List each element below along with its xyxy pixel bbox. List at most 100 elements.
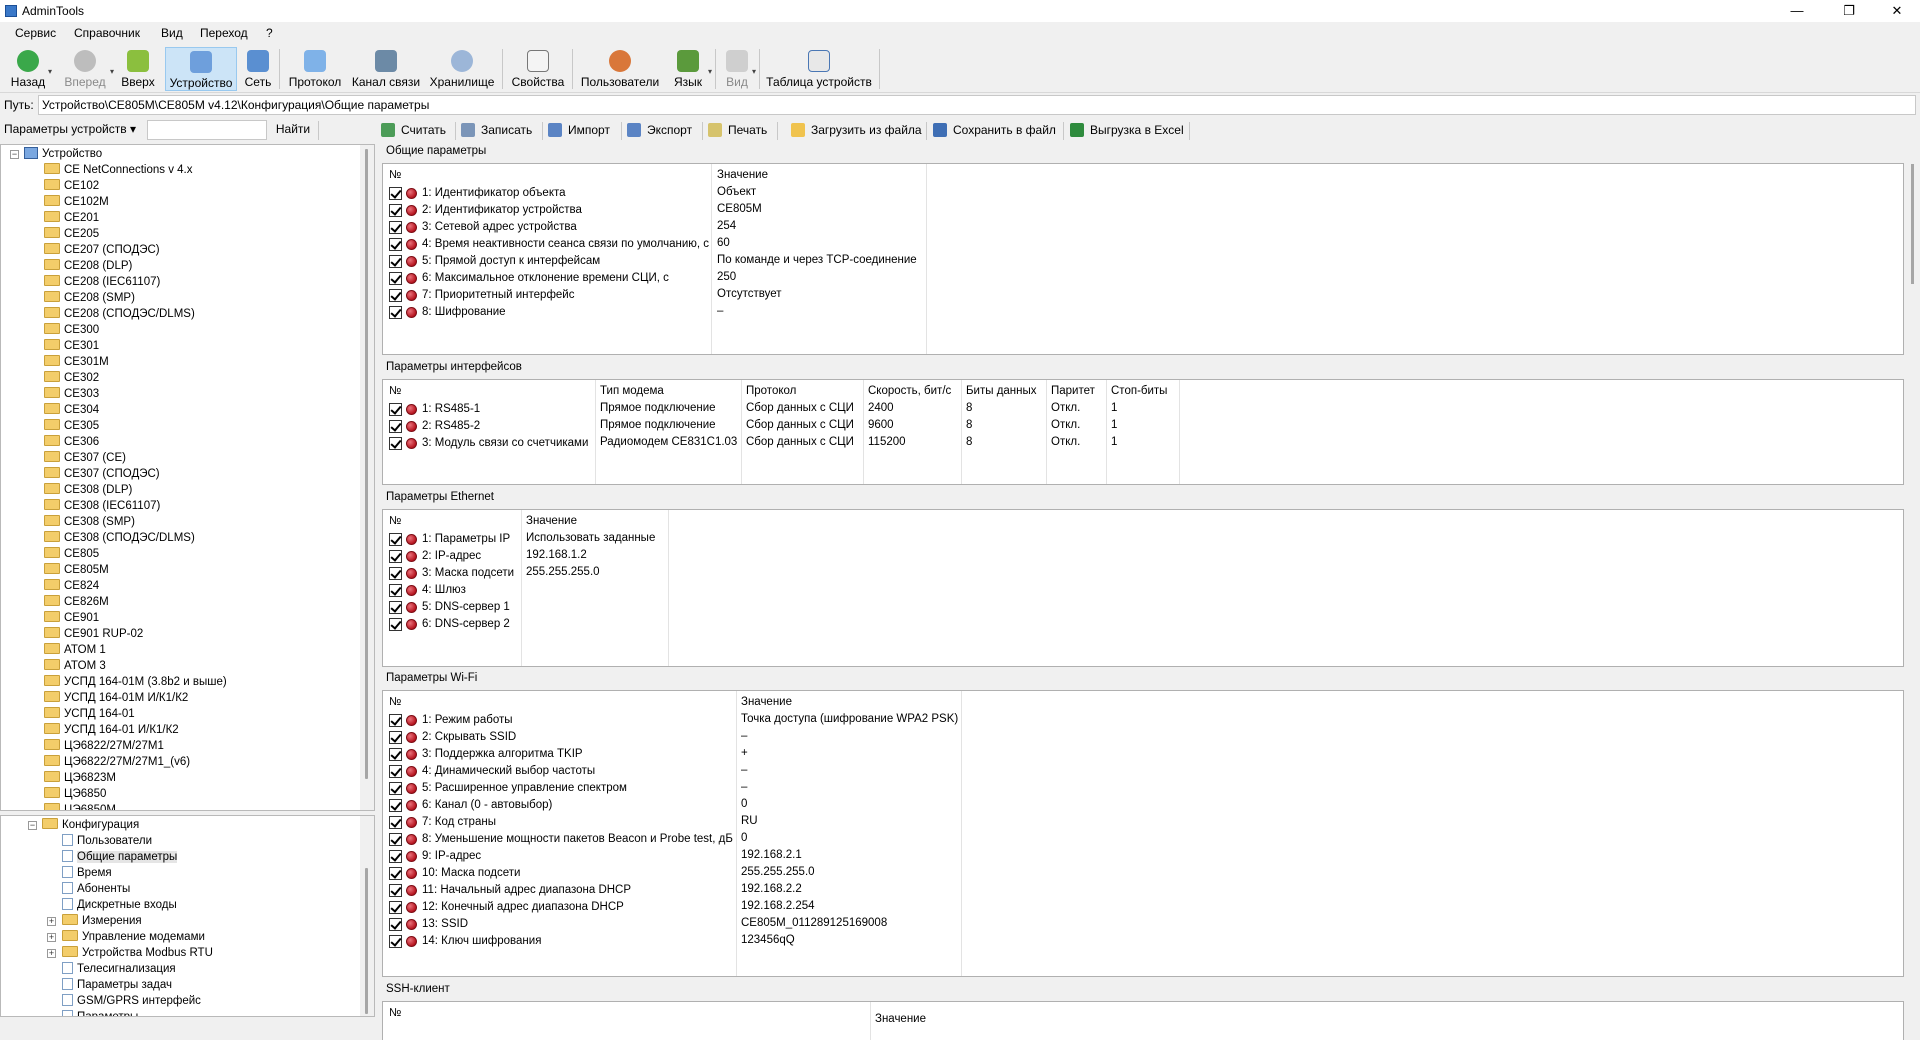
collapse-icon[interactable]: − [10, 150, 19, 159]
param-value[interactable]: 60 [717, 237, 730, 249]
config-item[interactable]: Время [49, 866, 112, 882]
write-button[interactable]: Записать [461, 121, 532, 141]
param-value[interactable]: 255.255.255.0 [526, 566, 600, 578]
speed-cell[interactable]: 2400 [868, 402, 894, 414]
checkbox[interactable] [389, 306, 402, 319]
parity-cell[interactable]: Откл. [1051, 402, 1080, 414]
device-tree-scrollbar[interactable] [360, 145, 374, 810]
tree-item[interactable]: УСПД 164-01M (3.8b2 и выше) [44, 675, 227, 691]
checkbox[interactable] [389, 782, 402, 795]
minimize-button[interactable]: — [1774, 0, 1820, 22]
expand-icon[interactable]: + [47, 933, 56, 942]
network-button[interactable]: Сеть [240, 47, 276, 91]
menu-help[interactable]: ? [266, 26, 273, 40]
config-item[interactable]: Дискретные входы [49, 898, 177, 914]
param-value[interactable]: По команде и через TCP-соединение [717, 254, 917, 266]
language-button[interactable]: ▾ Язык [664, 47, 712, 91]
tree-item[interactable]: CE301M [44, 355, 109, 371]
users-button[interactable]: Пользователи [578, 47, 662, 91]
checkbox[interactable] [389, 255, 402, 268]
expand-icon[interactable]: + [47, 949, 56, 958]
expand-icon[interactable]: + [47, 917, 56, 926]
speed-cell[interactable]: 115200 [868, 436, 906, 448]
checkbox[interactable] [389, 850, 402, 863]
tree-item[interactable]: УСПД 164-01 [44, 707, 135, 723]
tree-item[interactable]: CE901 [44, 611, 99, 627]
ssh-grid[interactable]: № Значение [382, 1001, 1904, 1040]
data-bits-cell[interactable]: 8 [966, 436, 972, 448]
checkbox[interactable] [389, 420, 402, 433]
tree-item[interactable]: CE826M [44, 595, 109, 611]
tree-item[interactable]: CE307 (СПОДЭС) [44, 467, 160, 483]
checkbox[interactable] [389, 618, 402, 631]
stop-bits-cell[interactable]: 1 [1111, 419, 1117, 431]
protocol-cell[interactable]: Сбор данных с СЦИ [746, 402, 854, 414]
config-tree[interactable]: − Конфигурация Пользователи Общие парамет… [0, 815, 375, 1017]
config-tree-scrollbar[interactable] [360, 816, 374, 1016]
tree-item[interactable]: CE301 [44, 339, 99, 355]
tree-item[interactable]: CE303 [44, 387, 99, 403]
param-value[interactable]: 192.168.2.254 [741, 900, 815, 912]
tree-item[interactable]: ЦЭ6823M [44, 771, 116, 787]
param-value[interactable]: + [741, 747, 748, 759]
param-value[interactable]: 0 [741, 798, 747, 810]
checkbox[interactable] [389, 816, 402, 829]
tree-item[interactable]: CE208 (СПОДЭС/DLMS) [44, 307, 195, 323]
print-button[interactable]: Печать [708, 121, 767, 141]
tree-item[interactable]: CE102 [44, 179, 99, 195]
checkbox[interactable] [389, 714, 402, 727]
param-value[interactable]: 192.168.2.1 [741, 849, 802, 861]
param-value[interactable]: – [717, 305, 723, 317]
device-tree[interactable]: − Устройство CE NetConnections v 4.x CE10… [0, 144, 375, 811]
storage-button[interactable]: Хранилище [426, 47, 498, 91]
data-bits-cell[interactable]: 8 [966, 419, 972, 431]
checkbox[interactable] [389, 867, 402, 880]
checkbox[interactable] [389, 584, 402, 597]
checkbox[interactable] [389, 272, 402, 285]
interfaces-grid[interactable]: № Тип модема Протокол Скорость, бит/с Би… [382, 379, 1904, 485]
path-field[interactable]: Устройство\CE805M\CE805M v4.12\Конфигура… [38, 95, 1916, 115]
checkbox[interactable] [389, 567, 402, 580]
import-button[interactable]: Импорт [548, 121, 610, 141]
config-item[interactable]: GSM/GPRS интерфейс [49, 994, 201, 1010]
find-button[interactable]: Найти [270, 120, 316, 140]
device-params-dropdown[interactable]: Параметры устройств ▾ [4, 122, 136, 136]
scrollbar-thumb[interactable] [365, 868, 368, 1014]
tree-item[interactable]: CE306 [44, 435, 99, 451]
up-button[interactable]: Вверх [118, 47, 158, 91]
protocol-cell[interactable]: Сбор данных с СЦИ [746, 419, 854, 431]
param-value[interactable]: 192.168.1.2 [526, 549, 587, 561]
tree-item[interactable]: ЦЭ6850 [44, 787, 106, 803]
config-item[interactable]: Общие параметры [49, 850, 178, 866]
config-item[interactable]: Пользователи [49, 834, 152, 850]
tree-item[interactable]: CE207 (СПОДЭС) [44, 243, 160, 259]
checkbox[interactable] [389, 935, 402, 948]
tree-item[interactable]: CE208 (DLP) [44, 259, 132, 275]
tree-item[interactable]: CE901 RUP-02 [44, 627, 143, 643]
tree-item[interactable]: CE308 (DLP) [44, 483, 132, 499]
general-params-grid[interactable]: № Значение 1: Идентификатор объекта Объек… [382, 163, 1904, 355]
checkbox[interactable] [389, 765, 402, 778]
tree-item[interactable]: CE805 [44, 547, 99, 563]
tree-item[interactable]: CE102M [44, 195, 109, 211]
checkbox[interactable] [389, 833, 402, 846]
ethernet-grid[interactable]: № Значение 1: Параметры IP Использовать з… [382, 509, 1904, 667]
config-item[interactable]: Параметры задач [49, 978, 172, 994]
tree-item[interactable]: CE NetConnections v 4.x [44, 163, 192, 179]
content-scrollbar[interactable] [1907, 162, 1919, 1039]
checkbox[interactable] [389, 403, 402, 416]
properties-button[interactable]: Свойства [508, 47, 568, 91]
param-value[interactable]: CE805M_011289125169008 [741, 917, 887, 929]
export-button[interactable]: Экспорт [627, 121, 692, 141]
tree-item[interactable]: УСПД 164-01 И/К1/К2 [44, 723, 179, 739]
tree-item[interactable]: CE304 [44, 403, 99, 419]
config-item[interactable]: + Управление модемами [47, 930, 205, 946]
tree-item[interactable]: CE308 (SMP) [44, 515, 135, 531]
stop-bits-cell[interactable]: 1 [1111, 402, 1117, 414]
tree-item[interactable]: ЦЭ6850M [44, 803, 116, 810]
forward-button[interactable]: ▾ Вперед [56, 47, 114, 91]
data-bits-cell[interactable]: 8 [966, 402, 972, 414]
param-value[interactable]: 0 [741, 832, 747, 844]
checkbox[interactable] [389, 238, 402, 251]
modem-type-cell[interactable]: Прямое подключение [600, 419, 716, 431]
